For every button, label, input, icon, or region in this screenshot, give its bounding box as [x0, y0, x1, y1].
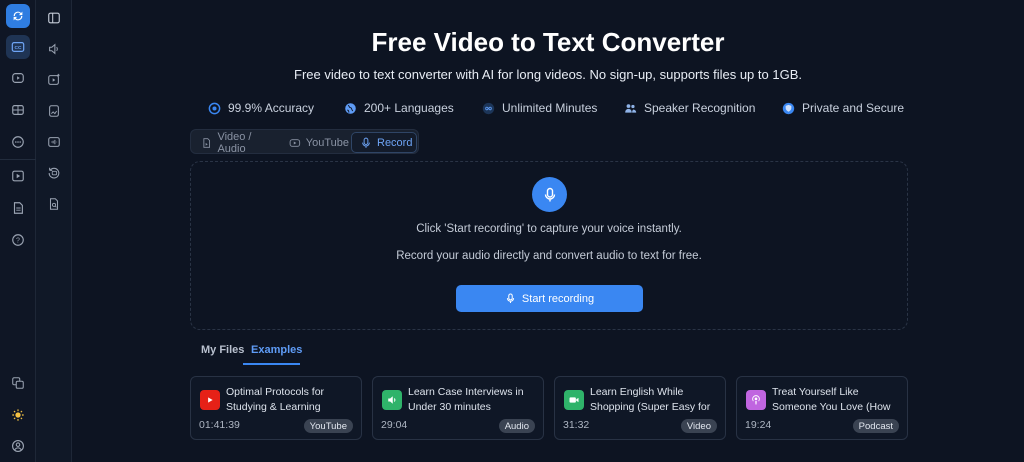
document-icon[interactable] [6, 196, 30, 220]
tab-youtube[interactable]: YouTube [281, 132, 349, 153]
help-icon[interactable]: ? [6, 228, 30, 252]
example-title: Treat Yourself Like Someone You Love (Ho… [772, 386, 891, 413]
microphone-icon [362, 137, 370, 148]
feature-list: 99.9% Accuracy 200+ Languages Unlimited … [208, 100, 912, 116]
example-duration: 19:24 [745, 419, 772, 431]
audio-wave-icon[interactable] [42, 130, 66, 154]
people-icon [625, 103, 637, 113]
feature-privacy: Private and Secure [782, 100, 912, 116]
app-logo-icon[interactable] [6, 4, 30, 28]
feature-label: 99.9% Accuracy [228, 101, 315, 115]
feature-label: 200+ Languages [364, 101, 454, 115]
record-instruction: Click 'Start recording' to capture your … [416, 223, 682, 235]
microphone-icon [532, 177, 567, 212]
example-card[interactable]: Optimal Protocols for Studying & Learnin… [190, 376, 362, 440]
example-type-badge: Podcast [852, 419, 899, 433]
example-duration: 01:41:39 [199, 419, 240, 431]
target-icon [208, 102, 221, 114]
play-video-icon[interactable] [6, 164, 30, 188]
secondary-sidebar [36, 0, 72, 462]
infinity-icon [482, 102, 495, 114]
source-tabs: Video / Audio YouTube Record [190, 129, 419, 155]
microphone-icon [506, 293, 515, 303]
page-title: Free Video to Text Converter [371, 27, 725, 57]
more-icon[interactable] [6, 130, 30, 154]
history-icon[interactable] [42, 161, 66, 185]
globe-icon [345, 102, 356, 114]
record-panel: Click 'Start recording' to capture your … [190, 161, 908, 330]
media-library-icon[interactable] [6, 98, 30, 122]
theme-toggle-sun-icon[interactable] [6, 403, 30, 427]
svg-text:?: ? [16, 238, 20, 245]
video-file-icon [564, 390, 584, 410]
translate-icon[interactable] [6, 371, 30, 395]
example-title: Learn Case Interviews in Under 30 minute… [408, 386, 524, 413]
youtube-outline-icon [289, 138, 301, 147]
feature-accuracy: 99.9% Accuracy [208, 100, 344, 116]
record-description: Record your audio directly and convert a… [396, 250, 702, 262]
example-duration: 29:04 [381, 419, 408, 431]
feature-label: Private and Secure [802, 101, 905, 115]
example-title: Learn English While Shopping (Super Easy… [590, 386, 711, 413]
account-icon[interactable] [6, 434, 30, 458]
tab-examples[interactable]: Examples [251, 344, 302, 356]
sidebar-divider [0, 159, 36, 160]
file-icon [203, 137, 211, 148]
main-content: Free Video to Text Converter Free video … [72, 0, 1024, 462]
audio-file-icon [382, 390, 402, 410]
add-video-icon[interactable] [42, 68, 66, 92]
feature-minutes: Unlimited Minutes [482, 100, 624, 116]
feature-label: Speaker Recognition [644, 101, 756, 115]
example-duration: 31:32 [563, 419, 590, 431]
tab-video-audio[interactable]: Video / Audio [193, 130, 279, 155]
start-recording-button[interactable]: Start recording [456, 285, 643, 312]
file-search-icon[interactable] [42, 192, 66, 216]
tab-label: Video / Audio [217, 130, 252, 155]
example-card[interactable]: Learn English While Shopping (Super Easy… [554, 376, 726, 440]
image-file-icon[interactable] [42, 99, 66, 123]
feature-speaker: Speaker Recognition [624, 100, 782, 116]
youtube-icon [200, 390, 220, 410]
shield-icon [782, 102, 795, 114]
example-type-badge: Video [680, 419, 717, 433]
example-type-badge: Audio [498, 419, 535, 433]
page-subtitle: Free video to text converter with AI for… [294, 67, 802, 82]
start-recording-label: Start recording [521, 292, 595, 305]
video-icon[interactable] [6, 66, 30, 90]
captions-icon[interactable]: CC [6, 35, 30, 59]
tab-label: Record [377, 136, 413, 149]
example-title: Optimal Protocols for Studying & Learnin… [226, 386, 325, 413]
speaker-icon[interactable] [42, 37, 66, 61]
active-tab-underline [243, 363, 300, 365]
feature-label: Unlimited Minutes [502, 101, 598, 115]
podcast-icon [746, 390, 766, 410]
example-type-badge: YouTube [303, 419, 353, 433]
primary-sidebar: CC ? [0, 0, 36, 462]
tab-record[interactable]: Record [351, 132, 417, 153]
svg-text:CC: CC [15, 45, 22, 51]
example-card[interactable]: Treat Yourself Like Someone You Love (Ho… [736, 376, 908, 440]
example-card[interactable]: Learn Case Interviews in Under 30 minute… [372, 376, 544, 440]
tab-label: YouTube [305, 136, 349, 149]
tab-my-files[interactable]: My Files [201, 344, 244, 356]
feature-languages: 200+ Languages [344, 100, 482, 116]
collapse-panel-icon[interactable] [42, 6, 66, 30]
